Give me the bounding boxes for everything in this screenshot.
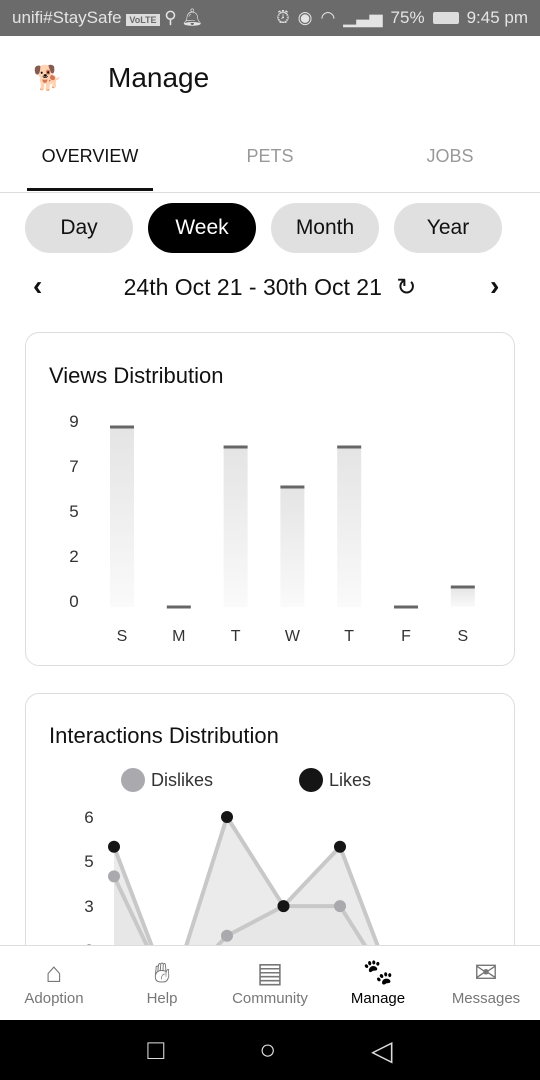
nav-label: Community: [232, 990, 308, 1007]
next-arrow-icon[interactable]: ›: [490, 270, 499, 302]
nav-adoption[interactable]: ⌂ Adoption: [0, 946, 108, 1020]
period-month-button[interactable]: Month: [271, 203, 379, 253]
status-bar: unifi#StaySafe VoLTE ⚲ 🔔︎ ⏰︎ ◉ ◠ ▁▃▅ 75% 9:45…: [0, 0, 540, 36]
bottom-nav: ⌂ Adoption ✋︎ Help ▤ Community 🐾︎ Manage ✉︎ M…: [0, 945, 540, 1020]
home-circle-icon[interactable]: ○: [259, 1034, 276, 1066]
newspaper-icon: ▤: [256, 957, 284, 988]
bar-cap: [166, 605, 191, 609]
bar: [280, 487, 305, 607]
bell-icon: 🔔︎: [181, 8, 204, 27]
bar: [337, 447, 362, 607]
y-tick-label: 3: [84, 897, 93, 916]
bar-cap: [280, 485, 305, 489]
nav-messages[interactable]: ✉︎ Messages: [432, 946, 540, 1020]
refresh-icon[interactable]: ↻: [396, 274, 416, 301]
carrier-text: unifi#StaySafe: [12, 8, 122, 27]
y-tick-label: 5: [84, 852, 93, 871]
system-nav-bar: □ ○ ◁: [0, 1020, 540, 1080]
nav-label: Adoption: [24, 990, 84, 1007]
alarm-icon: ⏰︎: [276, 8, 290, 27]
x-tick-label: S: [117, 628, 128, 645]
nav-label: Help: [146, 990, 178, 1007]
battery-icon: [432, 12, 459, 24]
eye-icon: ◉: [297, 8, 313, 27]
nav-manage[interactable]: 🐾︎ Manage: [324, 946, 432, 1020]
x-tick-label: T: [231, 628, 241, 645]
wifi-icon: ◠: [320, 8, 336, 27]
page-title: Manage: [108, 62, 210, 93]
nav-label: Manage: [350, 990, 406, 1007]
x-tick-label: T: [344, 628, 354, 645]
signal-icon: ▁▃▅: [343, 8, 383, 27]
back-icon[interactable]: ◁: [371, 1034, 393, 1067]
bar: [450, 587, 475, 607]
y-tick-label: 0: [69, 592, 78, 611]
divider: [0, 192, 540, 193]
point-dislikes: [221, 929, 233, 942]
bar: [223, 447, 248, 607]
paw-icon: 🐾︎: [360, 957, 396, 988]
tab-indicator: [27, 188, 153, 191]
nav-help[interactable]: ✋︎ Help: [108, 946, 216, 1020]
bar-cap: [450, 585, 475, 589]
bar-cap: [394, 605, 418, 609]
point-likes: [277, 900, 290, 913]
period-day-button[interactable]: Day: [25, 203, 133, 253]
usb-icon: ⚲: [164, 8, 177, 27]
tab-pets[interactable]: PETS: [180, 146, 360, 167]
bar-cap: [223, 445, 248, 449]
point-dislikes: [108, 870, 120, 883]
hand-icon: ✋︎: [154, 957, 170, 988]
y-tick-label: 9: [69, 412, 78, 431]
y-tick-label: 7: [69, 457, 78, 476]
point-dislikes: [334, 900, 346, 913]
views-distribution-card: Views Distribution 97520SMTWTFS: [25, 332, 515, 666]
y-tick-label: 2: [69, 547, 78, 566]
date-range: 24th Oct 21 - 30th Oct 21: [123, 274, 382, 300]
x-tick-label: W: [285, 628, 301, 645]
views-bar-chart: 9 7 5 2 0 S M T W T F S: [69, 412, 475, 645]
tab-jobs[interactable]: JOBS: [360, 146, 540, 167]
bar: [110, 427, 134, 607]
y-tick-label: 6: [84, 808, 93, 827]
point-likes: [334, 840, 346, 853]
tab-overview[interactable]: OVERVIEW: [0, 146, 180, 167]
nav-label: Messages: [451, 990, 521, 1007]
battery-text: 75%: [390, 8, 425, 27]
x-tick-label: S: [457, 628, 468, 645]
point-likes: [108, 840, 120, 853]
time-text: 9:45 pm: [466, 8, 528, 27]
bar-cap: [337, 445, 362, 449]
nav-community[interactable]: ▤ Community: [216, 946, 324, 1020]
dog-icon: 🐕: [33, 65, 63, 92]
x-tick-label: F: [401, 628, 411, 645]
period-year-button[interactable]: Year: [394, 203, 502, 253]
point-likes: [221, 811, 233, 823]
period-week-button[interactable]: Week: [148, 203, 256, 253]
x-tick-label: M: [172, 628, 185, 645]
bar-cap: [110, 425, 134, 429]
recents-icon[interactable]: □: [147, 1034, 164, 1066]
y-tick-label: 5: [69, 502, 78, 521]
volte-icon: VoLTE: [126, 14, 160, 26]
home-icon: ⌂: [45, 957, 63, 988]
mail-icon: ✉︎: [474, 957, 498, 988]
